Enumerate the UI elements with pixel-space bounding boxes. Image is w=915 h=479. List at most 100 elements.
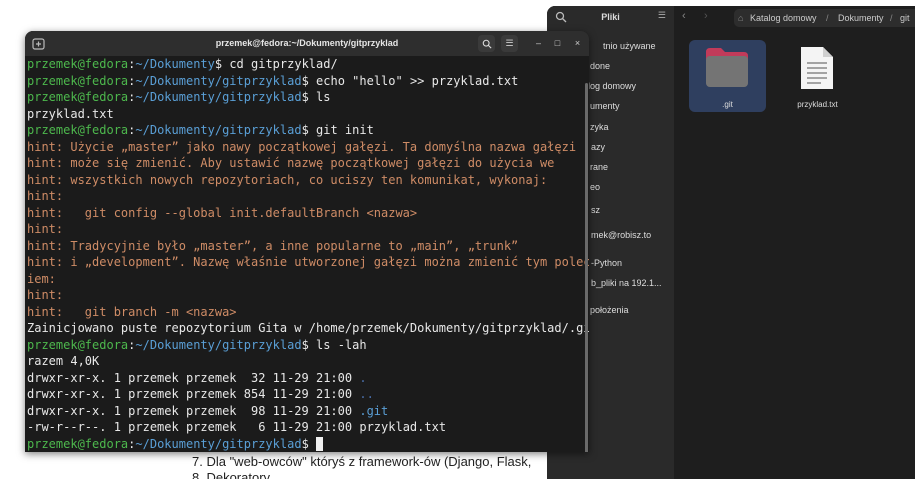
terminal-line: drwxr-xr-x. 1 przemek przemek 32 11-29 2… xyxy=(27,370,367,387)
terminal-line: hint: Użycie „master” jako nawy początko… xyxy=(27,139,576,156)
file-name: .git xyxy=(722,100,733,109)
output-text: razem 4,0K xyxy=(27,354,100,368)
terminal-line: iem: xyxy=(27,271,56,288)
home-icon: ⌂ xyxy=(738,13,744,23)
file-item-przyklad-txt[interactable]: przyklad.txt xyxy=(779,40,856,112)
document-line: 8. Dekoratory xyxy=(192,470,271,479)
menu-icon[interactable]: ☰ xyxy=(658,10,666,21)
prompt-path: ~/Dokumenty xyxy=(135,57,215,71)
terminal-line: drwxr-xr-x. 1 przemek przemek 98 11-29 2… xyxy=(27,403,388,420)
sidebar-item-label: umenty xyxy=(590,101,620,111)
sidebar-item-label: log domowy xyxy=(588,81,637,91)
sidebar-item-label: tnio używane xyxy=(603,41,656,51)
hint-text: hint: xyxy=(27,189,64,203)
sidebar-item-label: done xyxy=(590,61,611,71)
hint-text: hint: Użycie „master” jako nawy początko… xyxy=(27,139,577,154)
path-segment[interactable]: git xyxy=(900,13,910,23)
file-manager-toolbar: ‹ › ⌂ Katalog domowy / Dokumenty / git xyxy=(674,6,915,30)
prompt-symbol: $ xyxy=(301,90,309,104)
file-manager-content: ‹ › ⌂ Katalog domowy / Dokumenty / git .… xyxy=(674,6,915,479)
hint-text: hint: xyxy=(27,288,64,302)
file-manager-title: Pliki xyxy=(601,12,620,22)
prompt-symbol: $ xyxy=(301,436,309,451)
sidebar-item-label: sz xyxy=(591,205,600,215)
path-separator: / xyxy=(890,13,893,23)
command-text: echo "hello" >> przyklad.txt xyxy=(308,73,519,88)
sidebar-item-label: położenia xyxy=(590,305,629,315)
terminal-line: hint: może się zmienić. Aby ustawić nazw… xyxy=(27,155,554,172)
maximize-button[interactable]: □ xyxy=(549,35,566,52)
prompt-user: przemek@fedora xyxy=(27,90,129,104)
ls-entry-name: . xyxy=(359,370,367,385)
prompt-path: ~/Dokumenty/gitprzyklad xyxy=(135,73,302,88)
sidebar-item-label: -Python xyxy=(591,258,623,268)
sidebar-item-label: zyka xyxy=(590,122,609,132)
minimize-button[interactable]: – xyxy=(530,35,547,52)
terminal-line: przemek@fedora:~/Dokumenty/gitprzyklad$ … xyxy=(27,73,518,90)
forward-arrow-icon[interactable]: › xyxy=(704,10,708,22)
sidebar-item-label: mek@robisz.to xyxy=(591,230,652,240)
ls-entry-meta: -rw-r--r--. 1 przemek przemek 6 11-29 21… xyxy=(27,420,360,434)
path-separator: / xyxy=(826,13,829,23)
hint-text: hint: i „development”. Nazwę właśnie utw… xyxy=(27,255,589,269)
command-text: ls xyxy=(308,90,331,104)
output-text: przyklad.txt xyxy=(27,106,114,121)
file-item-git-folder[interactable]: .git xyxy=(689,40,766,112)
command-text: git init xyxy=(308,123,374,137)
terminal-line: hint: git config --global init.defaultBr… xyxy=(27,205,417,222)
folder-icon xyxy=(706,48,748,87)
back-arrow-icon[interactable]: ‹ xyxy=(682,10,686,22)
prompt-user: przemek@fedora xyxy=(27,337,129,352)
command-text xyxy=(309,437,316,451)
terminal-line: przemek@fedora:~/Dokumenty/gitprzyklad$ … xyxy=(27,122,374,139)
terminal-line: drwxr-xr-x. 1 przemek przemek 854 11-29 … xyxy=(27,386,374,403)
prompt-path: ~/Dokumenty/gitprzyklad xyxy=(135,337,302,352)
terminal-line: przemek@fedora:~/Dokumenty/gitprzyklad$ xyxy=(27,436,324,453)
terminal-search-button[interactable] xyxy=(478,35,495,52)
text-cursor xyxy=(316,436,324,451)
terminal-scrollbar[interactable] xyxy=(585,83,588,452)
ls-entry-name: .git xyxy=(359,403,389,418)
sidebar-header: Pliki ☰ xyxy=(547,6,674,30)
ls-entry-meta: drwxr-xr-x. 1 przemek przemek 854 11-29 … xyxy=(27,387,360,401)
search-icon xyxy=(482,39,492,49)
hint-text: hint: Tradycyjnie było „master”, a inne … xyxy=(27,238,519,253)
hint-text: iem: xyxy=(27,271,56,286)
sidebar-item-label: rane xyxy=(590,162,609,172)
terminal-line: przyklad.txt xyxy=(27,106,114,123)
prompt-path: ~/Dokumenty/gitprzyklad xyxy=(135,90,302,104)
terminal-titlebar: przemek@fedora:~/Dokumenty/gitprzyklad ☰… xyxy=(25,31,589,56)
path-segment[interactable]: Dokumenty xyxy=(838,13,884,23)
sidebar-item-label: b_pliki na 192.1... xyxy=(591,278,662,288)
document-line: 7. Dla "web-owców" któryś z framework-ów… xyxy=(192,454,532,469)
terminal-menu-button[interactable]: ☰ xyxy=(501,35,518,52)
hint-text: hint: może się zmienić. Aby ustawić nazw… xyxy=(27,156,555,170)
path-bar[interactable]: ⌂ Katalog domowy / Dokumenty / git xyxy=(734,9,915,27)
command-text: cd gitprzyklad/ xyxy=(222,57,338,71)
prompt-symbol: $ xyxy=(301,123,309,137)
terminal-line: hint: git branch -m <nazwa> xyxy=(27,304,237,321)
terminal-line: razem 4,0K xyxy=(27,353,99,370)
terminal-line: przemek@fedora:~/Dokumenty$ cd gitprzykl… xyxy=(27,56,338,73)
close-button[interactable]: × xyxy=(569,35,586,52)
command-text: ls -lah xyxy=(308,337,367,352)
terminal-line: Zainicjowano puste repozytorium Gita w /… xyxy=(27,320,589,337)
hint-text: hint: xyxy=(27,222,64,236)
file-name: przyklad.txt xyxy=(797,100,838,109)
hint-text: hint: git branch -m <nazwa> xyxy=(27,304,237,319)
terminal-line: hint: i „development”. Nazwę właśnie utw… xyxy=(27,254,589,271)
hint-text: hint: wszystkich nowych repozytoriach, c… xyxy=(27,172,548,187)
text-file-icon xyxy=(801,47,833,89)
terminal-line: hint: xyxy=(27,188,63,205)
hint-text: hint: git config --global init.defaultBr… xyxy=(27,205,418,220)
path-segment[interactable]: Katalog domowy xyxy=(750,13,817,23)
prompt-symbol: $ xyxy=(301,337,309,352)
menu-icon: ☰ xyxy=(505,38,514,48)
terminal-line: hint: Tradycyjnie było „master”, a inne … xyxy=(27,238,518,255)
prompt-symbol: $ xyxy=(301,73,309,88)
sidebar-item-label: azy xyxy=(591,142,606,152)
file-manager-window: Pliki ☰ tnio używane done log domowy umenty… xyxy=(547,6,915,479)
prompt-user: przemek@fedora xyxy=(27,123,129,137)
terminal-line: hint: xyxy=(27,287,63,304)
terminal-output[interactable]: przemek@fedora:~/Dokumenty$ cd gitprzykl… xyxy=(27,56,589,453)
